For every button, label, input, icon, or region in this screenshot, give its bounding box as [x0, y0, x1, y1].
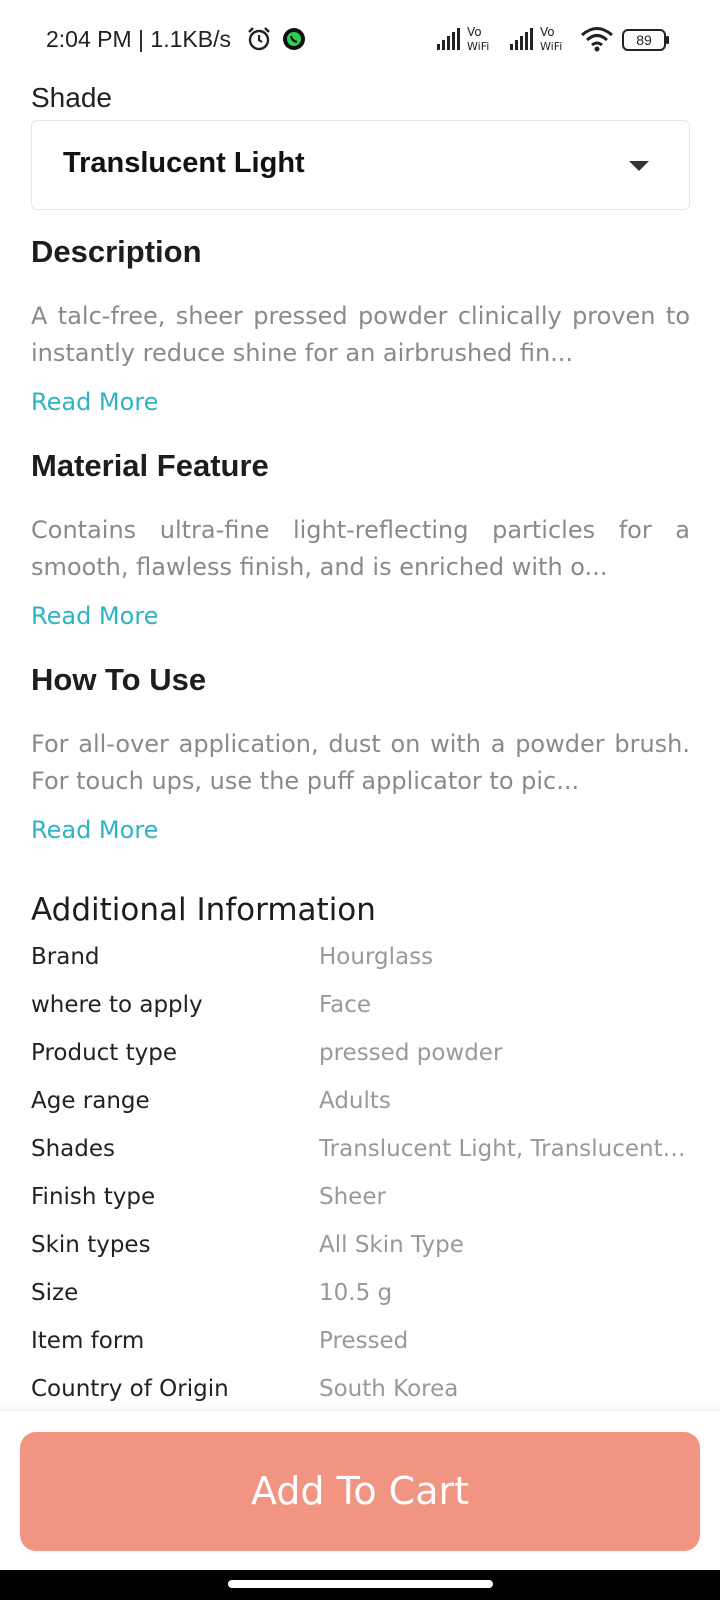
info-row-item-form: Item form Pressed	[31, 1322, 691, 1370]
product-details[interactable]: Shade Translucent Light Description A ta…	[0, 80, 720, 1410]
info-key: Age range	[31, 1088, 150, 1114]
dropdown-arrow-icon	[629, 161, 649, 171]
how-to-use-read-more-link[interactable]: Read More	[31, 816, 158, 844]
svg-text:WiFi: WiFi	[540, 40, 562, 53]
description-read-more-link[interactable]: Read More	[31, 388, 158, 416]
battery-level: 89	[636, 32, 652, 48]
info-value: Hourglass	[319, 944, 434, 970]
info-key: Skin types	[31, 1232, 151, 1258]
info-key: Item form	[31, 1328, 145, 1354]
status-time: 2:04 PM | 1.1KB/s	[46, 26, 231, 52]
material-feature-title: Material Feature	[31, 448, 269, 483]
vowifi-icon: Vo WiFi	[510, 25, 562, 53]
description-title: Description	[31, 234, 202, 269]
system-navigation-bar	[0, 1570, 720, 1600]
signal-icon: Vo WiFi	[437, 25, 489, 53]
info-value: Translucent Light, Translucent ...	[319, 1136, 691, 1162]
info-row-brand: Brand Hourglass	[31, 938, 691, 986]
info-value: Pressed	[319, 1328, 409, 1354]
info-key: Country of Origin	[31, 1376, 229, 1402]
info-row-where-to-apply: where to apply Face	[31, 986, 691, 1034]
call-icon	[283, 28, 305, 50]
info-key: Brand	[31, 944, 100, 970]
battery-icon: 89	[622, 29, 670, 51]
svg-text:WiFi: WiFi	[467, 40, 489, 53]
info-value: South Korea	[319, 1376, 459, 1402]
info-value: Face	[319, 992, 372, 1018]
info-row-age-range: Age range Adults	[31, 1082, 691, 1130]
info-row-shades: Shades Translucent Light, Translucent ..…	[31, 1130, 691, 1178]
home-indicator[interactable]	[228, 1580, 493, 1588]
material-feature-read-more-link[interactable]: Read More	[31, 602, 158, 630]
info-row-size: Size 10.5 g	[31, 1274, 691, 1322]
shade-dropdown[interactable]: Translucent Light	[31, 120, 690, 210]
svg-text:Vo: Vo	[467, 25, 482, 39]
info-key: Shades	[31, 1136, 116, 1162]
how-to-use-title: How To Use	[31, 662, 207, 697]
description-text: A talc-free, sheer pressed powder clinic…	[31, 302, 690, 367]
info-value: Adults	[319, 1088, 391, 1114]
info-row-skin-types: Skin types All Skin Type	[31, 1226, 691, 1274]
info-key: Finish type	[31, 1184, 156, 1210]
bottom-action-bar: Add To Cart	[0, 1410, 720, 1570]
info-key: where to apply	[31, 992, 203, 1018]
info-row-finish-type: Finish type Sheer	[31, 1178, 691, 1226]
alarm-icon	[248, 27, 270, 51]
info-key: Product type	[31, 1040, 178, 1066]
svg-text:Vo: Vo	[540, 25, 555, 39]
info-value: pressed powder	[319, 1040, 503, 1066]
additional-information-table: Brand Hourglass where to apply Face Prod…	[31, 938, 691, 1410]
info-value: 10.5 g	[319, 1280, 393, 1306]
info-key: Size	[31, 1280, 79, 1306]
additional-information-title: Additional Information	[31, 892, 376, 928]
add-to-cart-button[interactable]: Add To Cart	[20, 1432, 700, 1551]
shade-selected-value: Translucent Light	[63, 147, 305, 179]
info-row-country-of-origin: Country of Origin South Korea	[31, 1370, 691, 1410]
status-bar: 2:04 PM | 1.1KB/s Vo WiFi Vo WiFi 89	[0, 0, 720, 80]
wifi-icon	[581, 27, 613, 52]
material-feature-text: Contains ultra-fine light-reflecting par…	[31, 516, 690, 581]
info-value: Sheer	[319, 1184, 386, 1210]
shade-label: Shade	[31, 82, 112, 113]
info-value: All Skin Type	[319, 1232, 464, 1258]
info-row-product-type: Product type pressed powder	[31, 1034, 691, 1082]
how-to-use-text: For all-over application, dust on with a…	[31, 730, 690, 795]
